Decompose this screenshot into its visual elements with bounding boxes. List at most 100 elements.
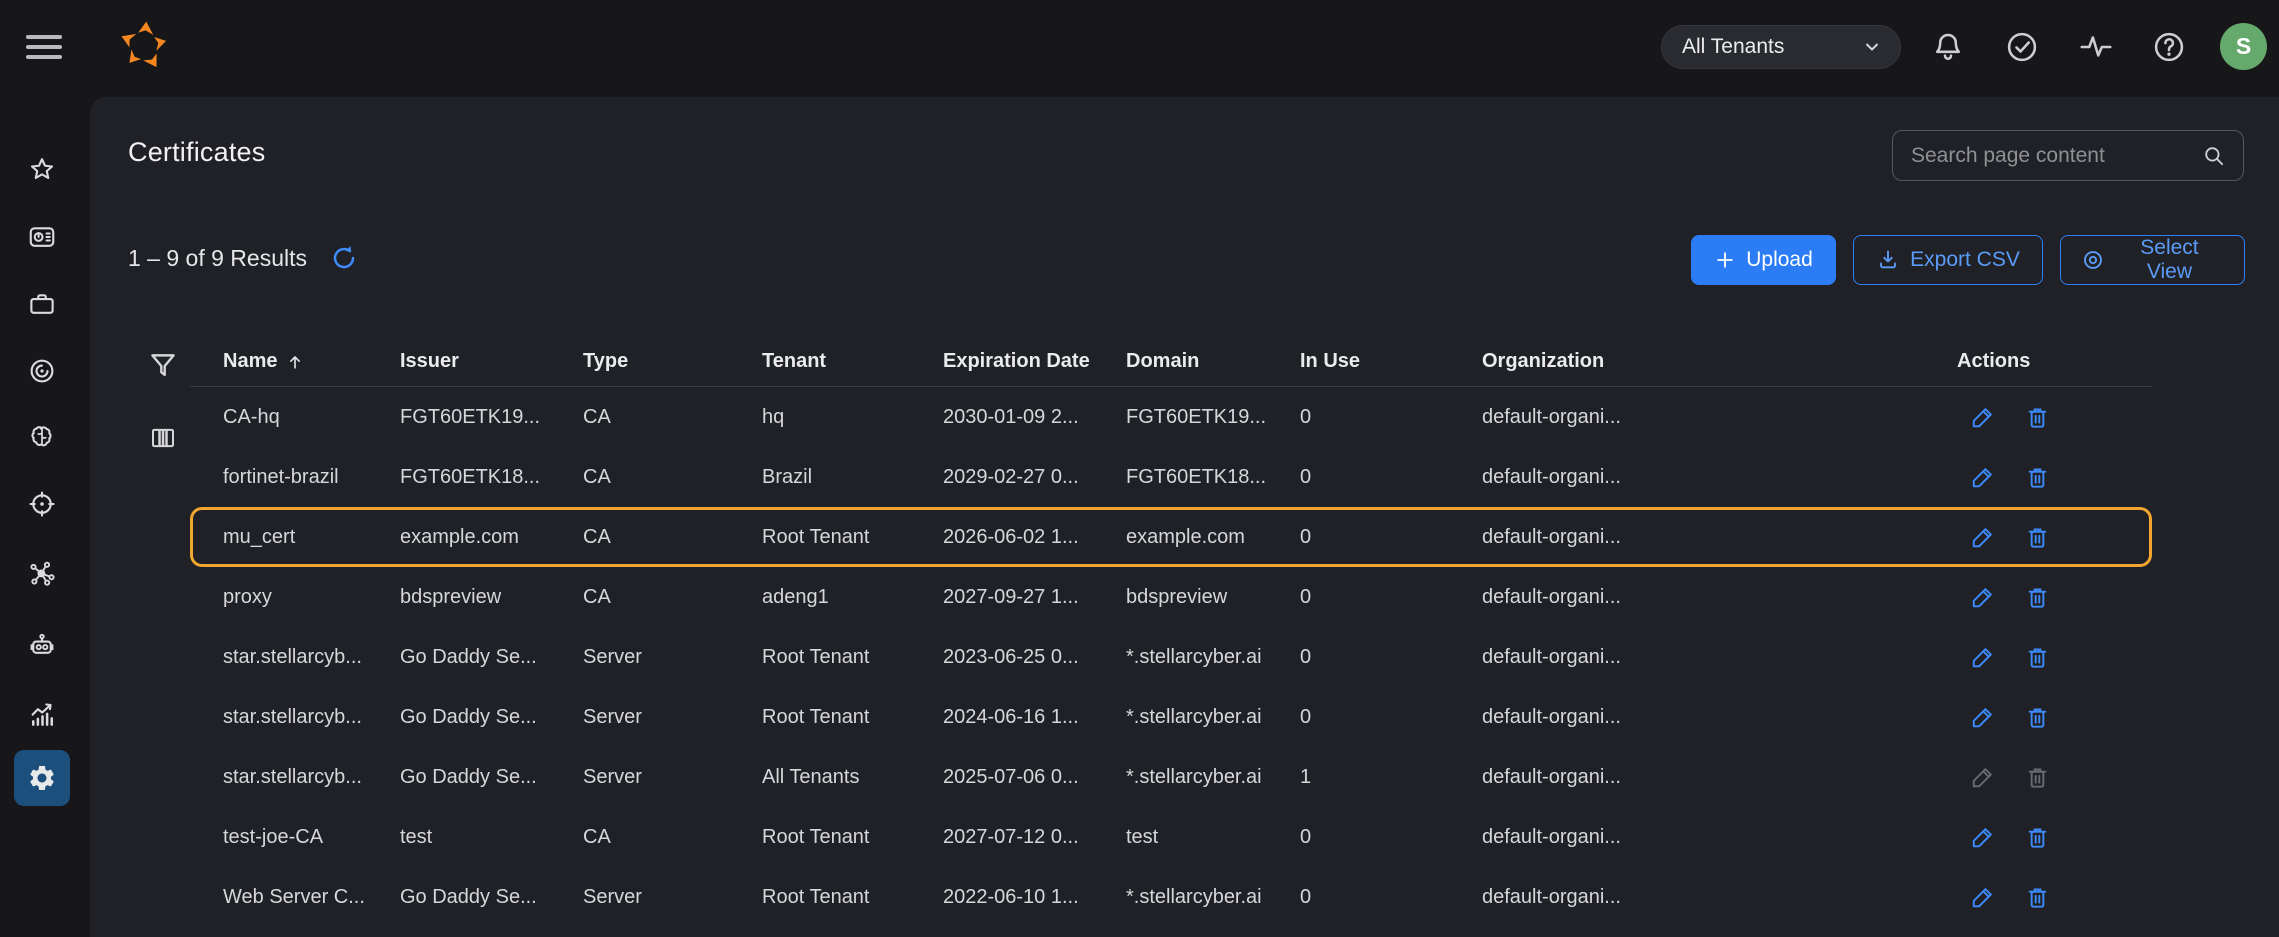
column-header-tenant[interactable]: Tenant xyxy=(762,350,943,373)
table-row[interactable]: star.stellarcyb... Go Daddy Se... Server… xyxy=(190,747,2152,807)
sidebar-item-favorites[interactable] xyxy=(14,142,70,198)
delete-button[interactable] xyxy=(2024,404,2051,431)
edit-button[interactable] xyxy=(1969,464,1996,491)
table-row[interactable]: Web Server C... Go Daddy Se... Server Ro… xyxy=(190,867,2152,927)
cell-name: star.stellarcyb... xyxy=(223,646,400,669)
edit-button[interactable] xyxy=(1969,644,1996,671)
delete-button[interactable] xyxy=(2024,824,2051,851)
top-bar: All Tenants S xyxy=(0,0,2279,97)
column-header-in_use[interactable]: In Use xyxy=(1300,350,1482,373)
help-icon[interactable] xyxy=(2151,29,2187,65)
sidebar-item-connections[interactable] xyxy=(14,546,70,602)
cell-type: CA xyxy=(583,406,762,429)
sidebar-item-cases[interactable] xyxy=(14,276,70,332)
trash-icon xyxy=(2024,704,2051,731)
delete-button[interactable] xyxy=(2024,584,2051,611)
column-header-expiration[interactable]: Expiration Date xyxy=(943,350,1126,373)
sidebar-item-settings[interactable] xyxy=(14,750,70,806)
search-input[interactable] xyxy=(1909,143,2201,169)
delete-button[interactable] xyxy=(2024,704,2051,731)
table-row[interactable]: proxy bdspreview CA adeng1 2027-09-27 1.… xyxy=(190,567,2152,627)
column-header-domain[interactable]: Domain xyxy=(1126,350,1300,373)
sidebar-item-automation[interactable] xyxy=(14,616,70,672)
edit-button[interactable] xyxy=(1969,704,1996,731)
column-header-label: Expiration Date xyxy=(943,350,1090,373)
export-csv-button[interactable]: Export CSV xyxy=(1853,235,2043,285)
cell-expiration-date: 2030-01-09 2... xyxy=(943,406,1126,429)
cell-organization: default-organi... xyxy=(1482,466,1957,489)
notifications-bell-icon[interactable] xyxy=(1930,29,1966,65)
edit-button[interactable] xyxy=(1969,884,1996,911)
delete-button[interactable] xyxy=(2024,644,2051,671)
results-summary: 1 – 9 of 9 Results xyxy=(128,245,307,272)
sidebar-item-ai[interactable] xyxy=(14,409,70,465)
hamburger-menu-icon[interactable] xyxy=(26,30,62,64)
sidebar-item-threat-hunting[interactable] xyxy=(14,476,70,532)
column-header-organization[interactable]: Organization xyxy=(1482,350,1957,373)
activity-pulse-icon[interactable] xyxy=(2078,29,2114,65)
column-header-name[interactable]: Name xyxy=(223,350,400,373)
column-header-issuer[interactable]: Issuer xyxy=(400,350,583,373)
pencil-icon xyxy=(1969,644,1996,671)
cell-actions xyxy=(1957,704,2152,731)
search-icon xyxy=(2201,143,2227,169)
cell-in-use: 0 xyxy=(1300,586,1482,609)
cell-type: Server xyxy=(583,646,762,669)
cell-organization: default-organi... xyxy=(1482,886,1957,909)
cell-in-use: 0 xyxy=(1300,406,1482,429)
edit-button[interactable] xyxy=(1969,524,1996,551)
table-header-row: Name IssuerTypeTenantExpiration Date Doma… xyxy=(190,337,2152,387)
refresh-button[interactable] xyxy=(329,243,359,273)
page-title: Certificates xyxy=(128,137,265,168)
table-row[interactable]: fortinet-brazil FGT60ETK18... CA Brazil … xyxy=(190,447,2152,507)
cell-organization: default-organi... xyxy=(1482,706,1957,729)
delete-button[interactable] xyxy=(2024,524,2051,551)
cell-actions xyxy=(1957,584,2152,611)
edit-button[interactable] xyxy=(1969,584,1996,611)
cell-domain: *.stellarcyber.ai xyxy=(1126,886,1300,909)
user-avatar[interactable]: S xyxy=(2220,23,2267,70)
column-header-type[interactable]: Type xyxy=(583,350,762,373)
avatar-initial: S xyxy=(2236,33,2251,60)
cell-issuer: bdspreview xyxy=(400,586,583,609)
cell-type: CA xyxy=(583,466,762,489)
pencil-icon xyxy=(1969,884,1996,911)
cell-type: Server xyxy=(583,766,762,789)
pencil-icon xyxy=(1969,824,1996,851)
tenant-selector-dropdown[interactable]: All Tenants xyxy=(1661,25,1901,69)
sidebar-item-reports[interactable] xyxy=(14,686,70,742)
cell-organization: default-organi... xyxy=(1482,526,1957,549)
table-row[interactable]: mu_cert example.com CA Root Tenant 2026-… xyxy=(190,507,2152,567)
edit-button[interactable] xyxy=(1969,824,1996,851)
delete-button[interactable] xyxy=(2024,884,2051,911)
sidebar-item-detections[interactable] xyxy=(14,343,70,399)
cell-in-use: 0 xyxy=(1300,526,1482,549)
cell-type: CA xyxy=(583,526,762,549)
cell-domain: *.stellarcyber.ai xyxy=(1126,766,1300,789)
column-header-actions[interactable]: Actions xyxy=(1957,350,2152,373)
cell-issuer: Go Daddy Se... xyxy=(400,706,583,729)
delete-button xyxy=(2024,764,2051,791)
column-settings-icon[interactable] xyxy=(148,423,178,453)
cell-domain: *.stellarcyber.ai xyxy=(1126,706,1300,729)
certificates-table: Name IssuerTypeTenantExpiration Date Doma… xyxy=(190,337,2152,927)
table-row[interactable]: star.stellarcyb... Go Daddy Se... Server… xyxy=(190,627,2152,687)
table-row[interactable]: CA-hq FGT60ETK19... CA hq 2030-01-09 2..… xyxy=(190,387,2152,447)
delete-button[interactable] xyxy=(2024,464,2051,491)
tasks-check-circle-icon[interactable] xyxy=(2004,29,2040,65)
table-row[interactable]: star.stellarcyb... Go Daddy Se... Server… xyxy=(190,687,2152,747)
cell-domain: *.stellarcyber.ai xyxy=(1126,646,1300,669)
filter-funnel-icon[interactable] xyxy=(146,349,180,383)
cell-name: Web Server C... xyxy=(223,886,400,909)
sidebar-item-dashboards[interactable] xyxy=(14,209,70,265)
cell-issuer: Go Daddy Se... xyxy=(400,886,583,909)
select-view-button[interactable]: Select View xyxy=(2060,235,2245,285)
table-row[interactable]: test-joe-CA test CA Root Tenant 2027-07-… xyxy=(190,807,2152,867)
upload-button[interactable]: Upload xyxy=(1691,235,1836,285)
cell-actions xyxy=(1957,404,2152,431)
cell-expiration-date: 2024-06-16 1... xyxy=(943,706,1126,729)
cell-in-use: 0 xyxy=(1300,466,1482,489)
cell-type: Server xyxy=(583,706,762,729)
plus-icon xyxy=(1714,249,1736,271)
edit-button[interactable] xyxy=(1969,404,1996,431)
